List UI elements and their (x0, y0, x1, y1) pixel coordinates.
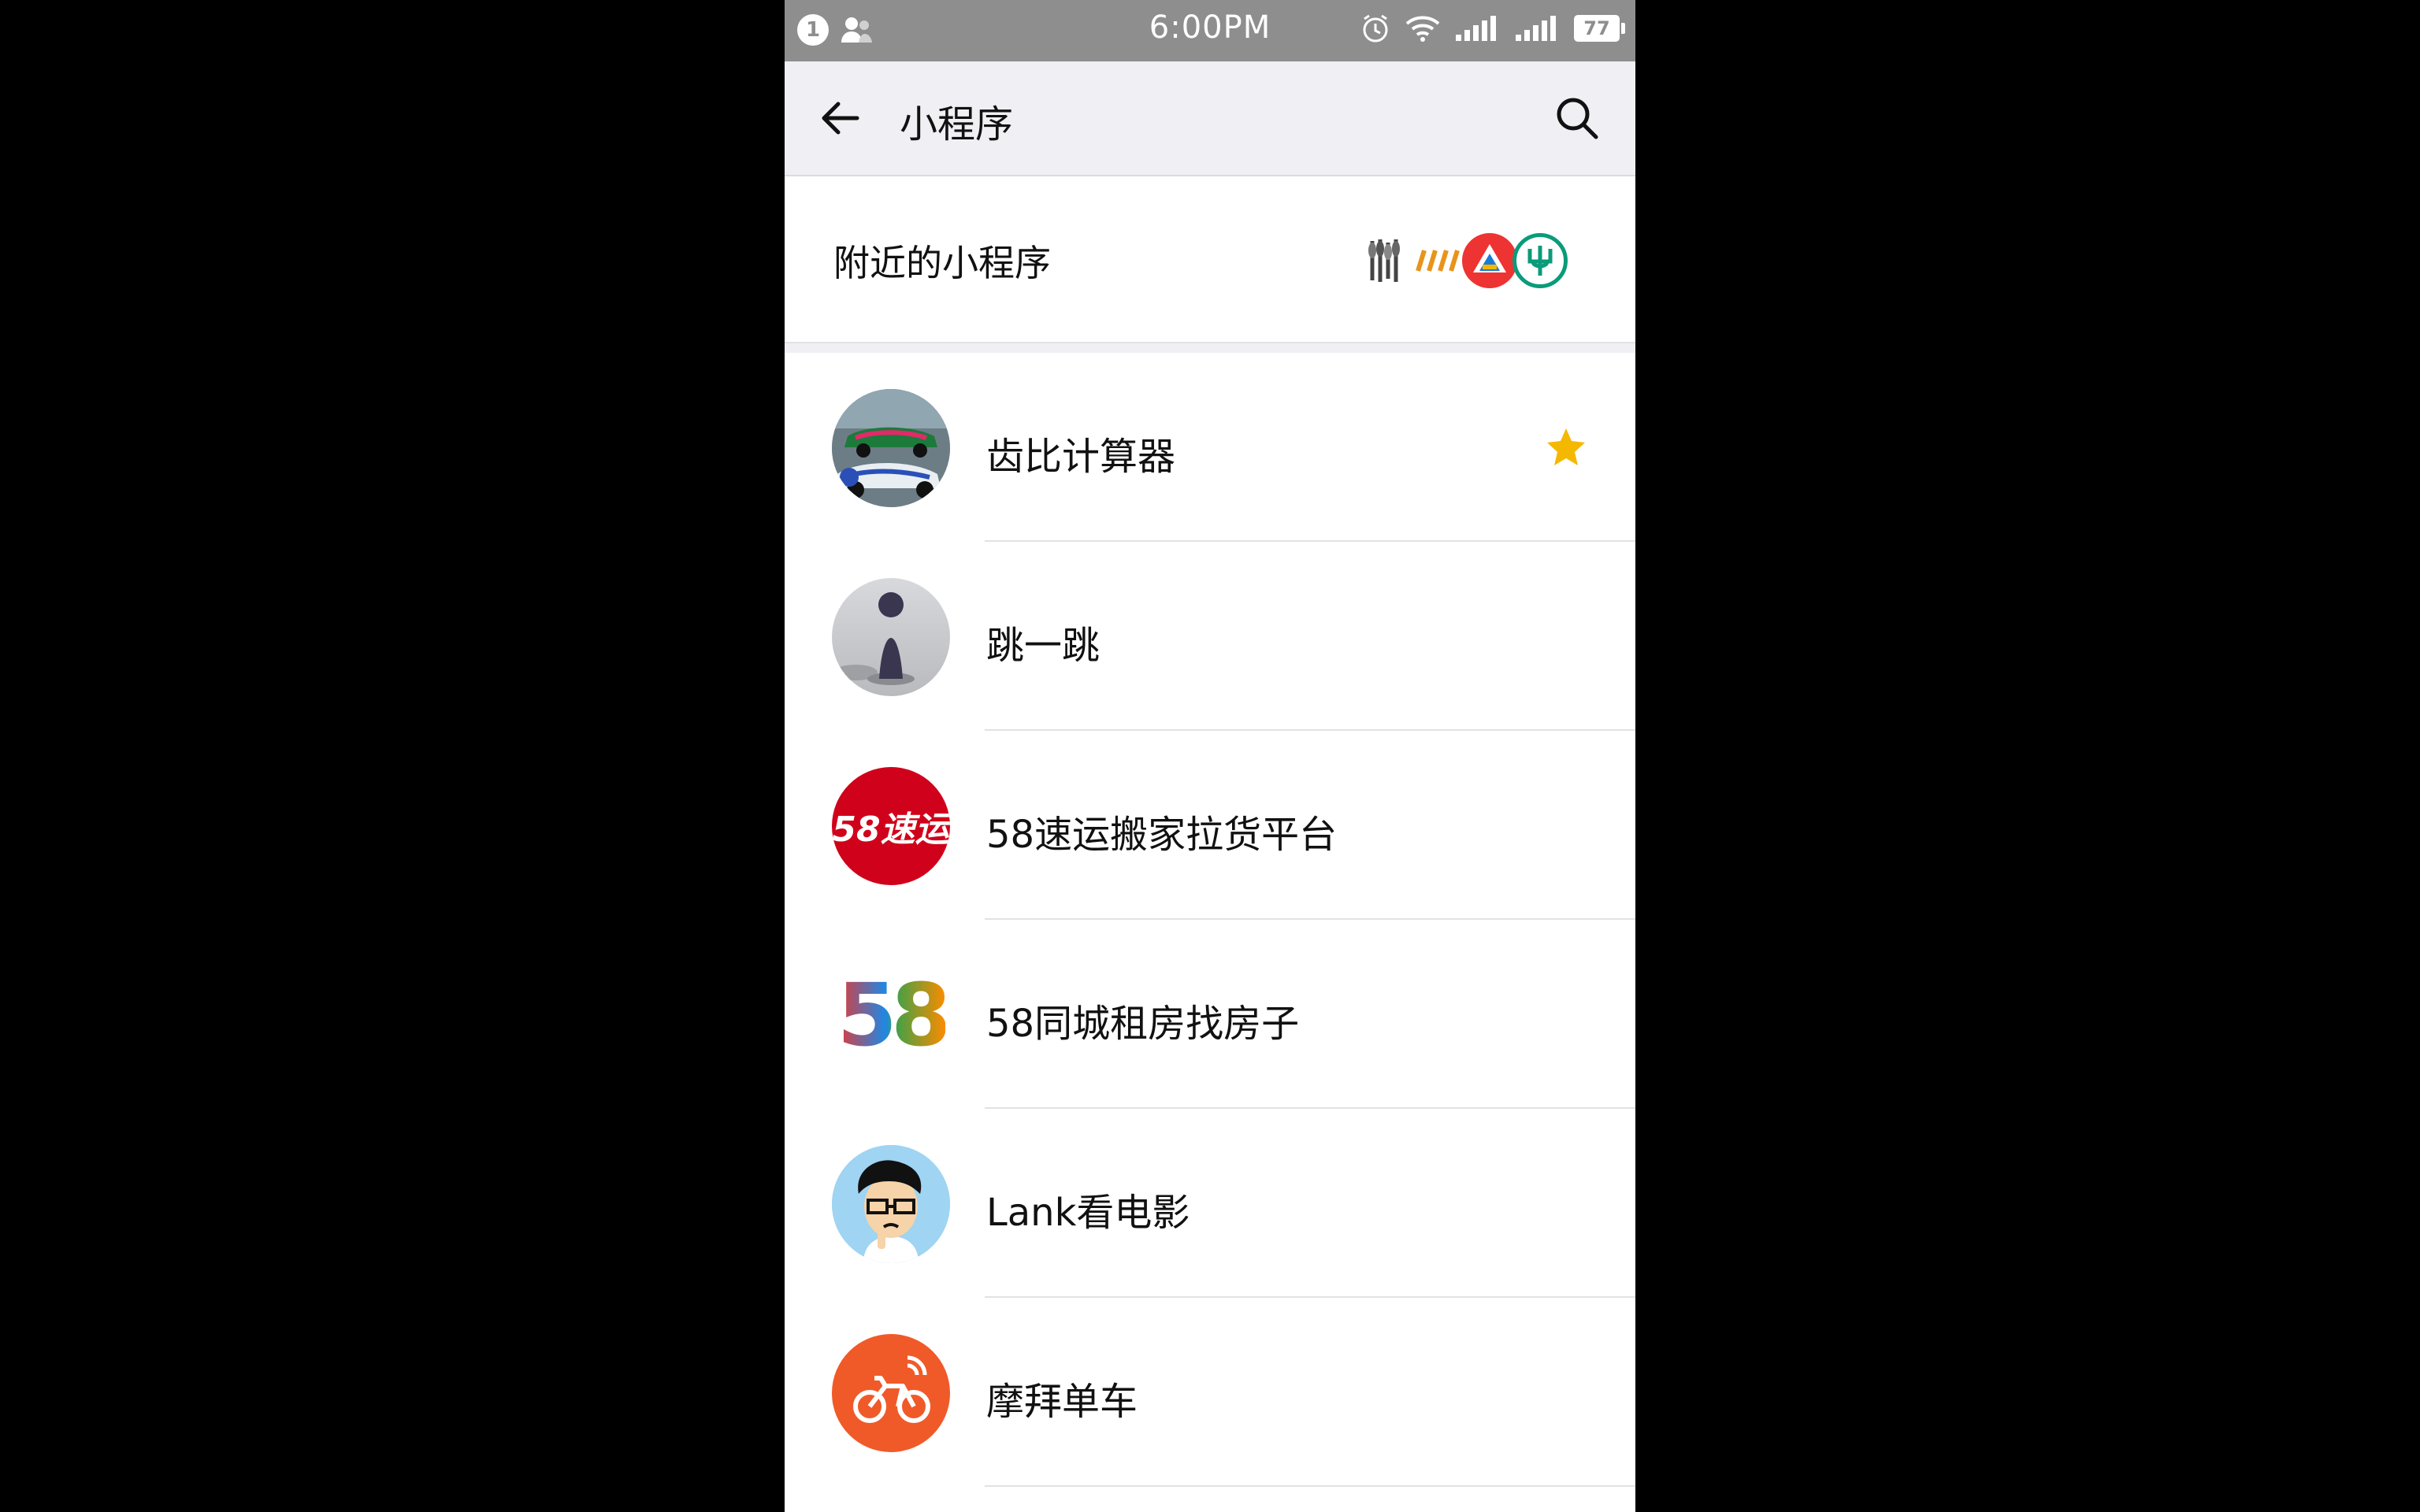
racing-car-avatar (832, 389, 950, 507)
divider (985, 1485, 1635, 1487)
signal-sim1-icon (1456, 16, 1496, 41)
list-item[interactable]: 摩拜单车 (785, 1298, 1635, 1487)
58-tongcheng-logo-avatar: 58 (832, 956, 950, 1074)
cartoon-face-avatar (832, 1145, 950, 1263)
list-item[interactable]: 跳一跳 (785, 542, 1635, 731)
phone-screen: 1 6:00PM 77 小程序 附近的小程序 齿比计算器 跳一跳 58速运 58… (785, 0, 1635, 1512)
back-button[interactable] (815, 93, 865, 143)
mobike-logo-avatar (832, 1334, 950, 1452)
list-item[interactable]: 58速运 58速运搬家拉货平台 (785, 731, 1635, 920)
program-name: Lank看电影 (986, 1191, 1190, 1235)
nearby-mini-programs[interactable]: 附近的小程序 (785, 176, 1635, 343)
program-name: 摩拜单车 (986, 1380, 1138, 1424)
signal-sim2-icon (1516, 16, 1556, 41)
search-button[interactable] (1552, 93, 1602, 143)
program-name: 跳一跳 (986, 624, 1101, 668)
program-name: 齿比计算器 (986, 435, 1176, 479)
nearby-361-logo-icon (1412, 233, 1467, 288)
program-name: 58同城租房找房子 (986, 1002, 1300, 1046)
program-name: 58速运搬家拉货平台 (986, 813, 1338, 857)
wifi-icon (1405, 16, 1440, 42)
list-item[interactable]: 58 58同城租房找房子 (785, 920, 1635, 1109)
nearby-label: 附近的小程序 (833, 242, 1051, 284)
page-title: 小程序 (900, 102, 1014, 146)
battery-indicator: 77 (1574, 15, 1625, 42)
alarm-icon (1363, 14, 1388, 43)
arrow-left-icon (822, 102, 859, 135)
nearby-colorful-logo-icon (1462, 233, 1517, 288)
list-item[interactable]: Lank看电影 (785, 1109, 1635, 1298)
jump-game-avatar (832, 578, 950, 696)
list-item[interactable]: 齿比计算器 (785, 353, 1635, 542)
nearby-icons (1361, 233, 1568, 288)
58-speed-logo-avatar: 58速运 (832, 767, 950, 885)
nearby-bank-logo-icon (1512, 233, 1568, 288)
mini-program-list: 齿比计算器 跳一跳 58速运 58速运搬家拉货平台 58 58同城租房找房子 L… (785, 353, 1635, 1512)
app-header: 小程序 (785, 61, 1635, 176)
nearby-feather-logo-icon (1361, 233, 1416, 288)
status-bar: 1 6:00PM 77 (785, 0, 1635, 61)
star-icon[interactable] (1544, 425, 1588, 469)
search-icon (1557, 98, 1598, 139)
